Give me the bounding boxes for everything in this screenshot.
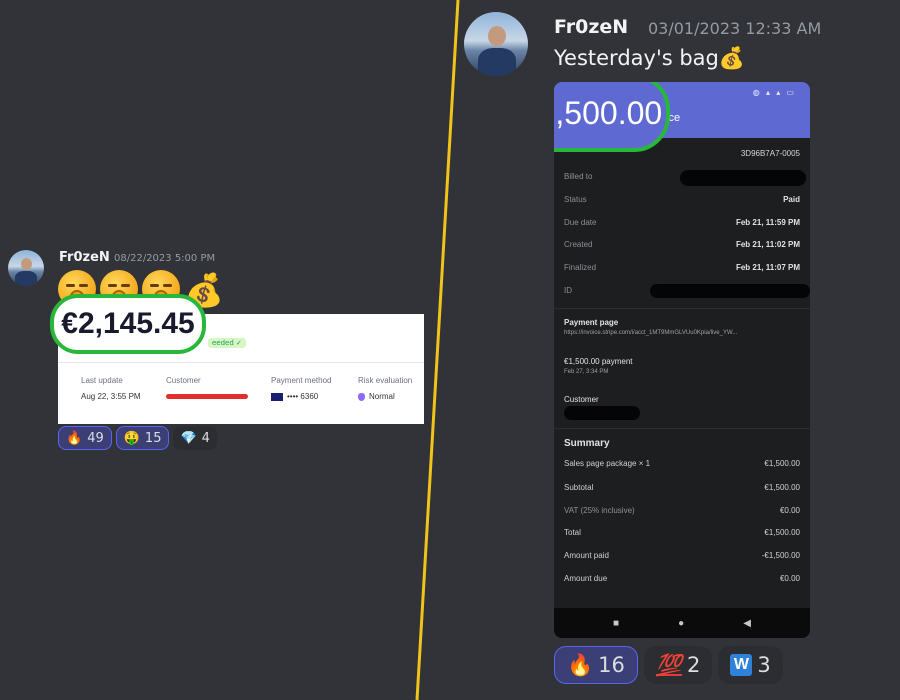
reaction-w[interactable]: W 3 [718,646,783,684]
letter-w-icon: W [730,654,753,676]
customer-label: Customer [564,395,599,404]
payment-screenshot-card[interactable]: eeded ✓ €2,145.45 Last update Aug 22, 3:… [50,294,424,424]
reaction-hundred[interactable]: 💯 2 [643,646,713,684]
reaction-fire[interactable]: 🔥 49 [58,426,112,450]
payment-date: Feb 27, 3:34 PM [564,369,609,375]
status-badge: eeded ✓ [208,338,246,348]
column-label: Customer [166,376,201,385]
reaction-bar: 🔥 16 💯 2 W 3 [554,646,783,684]
column-last-update: Last update Aug 22, 3:55 PM [81,376,141,401]
avatar[interactable] [8,250,44,286]
detail-row: Status Paid [564,195,800,204]
right-message: Fr0zeN 03/01/2023 12:33 AM Yesterday's b… [464,10,894,700]
timestamp: 03/01/2023 12:33 AM [648,19,822,38]
payment-page-label: Payment page [564,318,619,327]
reaction-count: 16 [598,653,625,677]
gem-icon: 💎 [180,430,197,446]
detail-row: Finalized Feb 21, 11:07 PM [564,263,800,272]
message-text: Yesterday's bag💰 [554,46,745,71]
recents-icon[interactable]: ■ [613,618,619,629]
timestamp: 08/22/2023 5:00 PM [114,253,216,264]
fire-icon: 🔥 [567,652,594,677]
fire-icon: 🔥 [66,430,83,446]
highlighted-amount: €2,145.45 [50,294,206,354]
detail-row: Created Feb 21, 11:02 PM [564,240,800,249]
detail-row: Due date Feb 21, 11:59 PM [564,218,800,227]
reaction-count: 2 [687,653,701,677]
reaction-count: 3 [757,653,771,677]
summary-row: Sales page package × 1 €1,500.00 [564,459,800,468]
reaction-count: 15 [144,430,162,446]
username[interactable]: Fr0zeN [554,16,628,38]
column-risk-evaluation: Risk evaluation Normal [358,376,412,401]
invoice-phone-screenshot[interactable]: ◍ ▴ ▴ ▭ oice €1,500.00 3D96B7A7-0005 Bil… [554,82,810,638]
message-body: Yesterday's bag [554,46,719,70]
home-icon[interactable]: ● [678,618,684,629]
redaction-scribble [650,284,810,298]
column-value: Normal [369,392,395,401]
reaction-bar: 🔥 49 🤑 15 💎 4 [58,426,217,450]
summary-row: Subtotal €1,500.00 [564,483,800,492]
payment-title: €1,500.00 payment [564,357,633,366]
shield-icon [358,392,365,401]
money-bag-icon: 💰 [718,46,746,70]
reaction-count: 49 [87,430,104,446]
visa-card-icon [271,392,283,401]
divider [554,428,810,429]
divider [58,362,424,363]
summary-row: Amount paid -€1,500.00 [564,551,800,560]
redaction-scribble [680,170,806,186]
android-nav-bar: ■ ● ◀ [554,608,810,638]
summary-heading: Summary [564,438,610,449]
money-mouth-face-icon: 🤑 [123,430,140,446]
summary-row: Amount due €0.00 [564,574,800,583]
reaction-money-face[interactable]: 🤑 15 [115,426,170,450]
column-payment-method: Payment method •••• 6360 [271,376,331,401]
redaction-scribble [166,394,248,399]
column-value: •••• 6360 [287,392,319,401]
column-label: Risk evaluation [358,376,413,385]
column-label: Payment method [271,376,332,385]
column-label: Last update [81,376,123,385]
invoice-number: 3D96B7A7-0005 [740,149,800,158]
highlighted-amount: €1,500.00 [554,82,670,152]
column-value: Aug 22, 3:55 PM [81,392,141,401]
hundred-points-icon: 💯 [655,652,683,677]
status-bar-icons: ◍ ▴ ▴ ▭ [752,88,796,97]
back-icon[interactable]: ◀ [743,618,751,629]
summary-row: VAT (25% inclusive) €0.00 [564,506,800,515]
avatar[interactable] [464,12,528,76]
reaction-gem[interactable]: 💎 4 [173,426,217,450]
summary-row: Total €1,500.00 [564,528,800,537]
divider [554,308,810,309]
column-customer: Customer [166,376,248,399]
reaction-fire[interactable]: 🔥 16 [554,646,638,684]
redaction-scribble [564,406,640,420]
reaction-count: 4 [201,430,210,446]
payment-page-link[interactable]: https://invoice.stripe.com/i/acct_1MT9Mm… [564,330,737,336]
username[interactable]: Fr0zeN [59,250,110,265]
